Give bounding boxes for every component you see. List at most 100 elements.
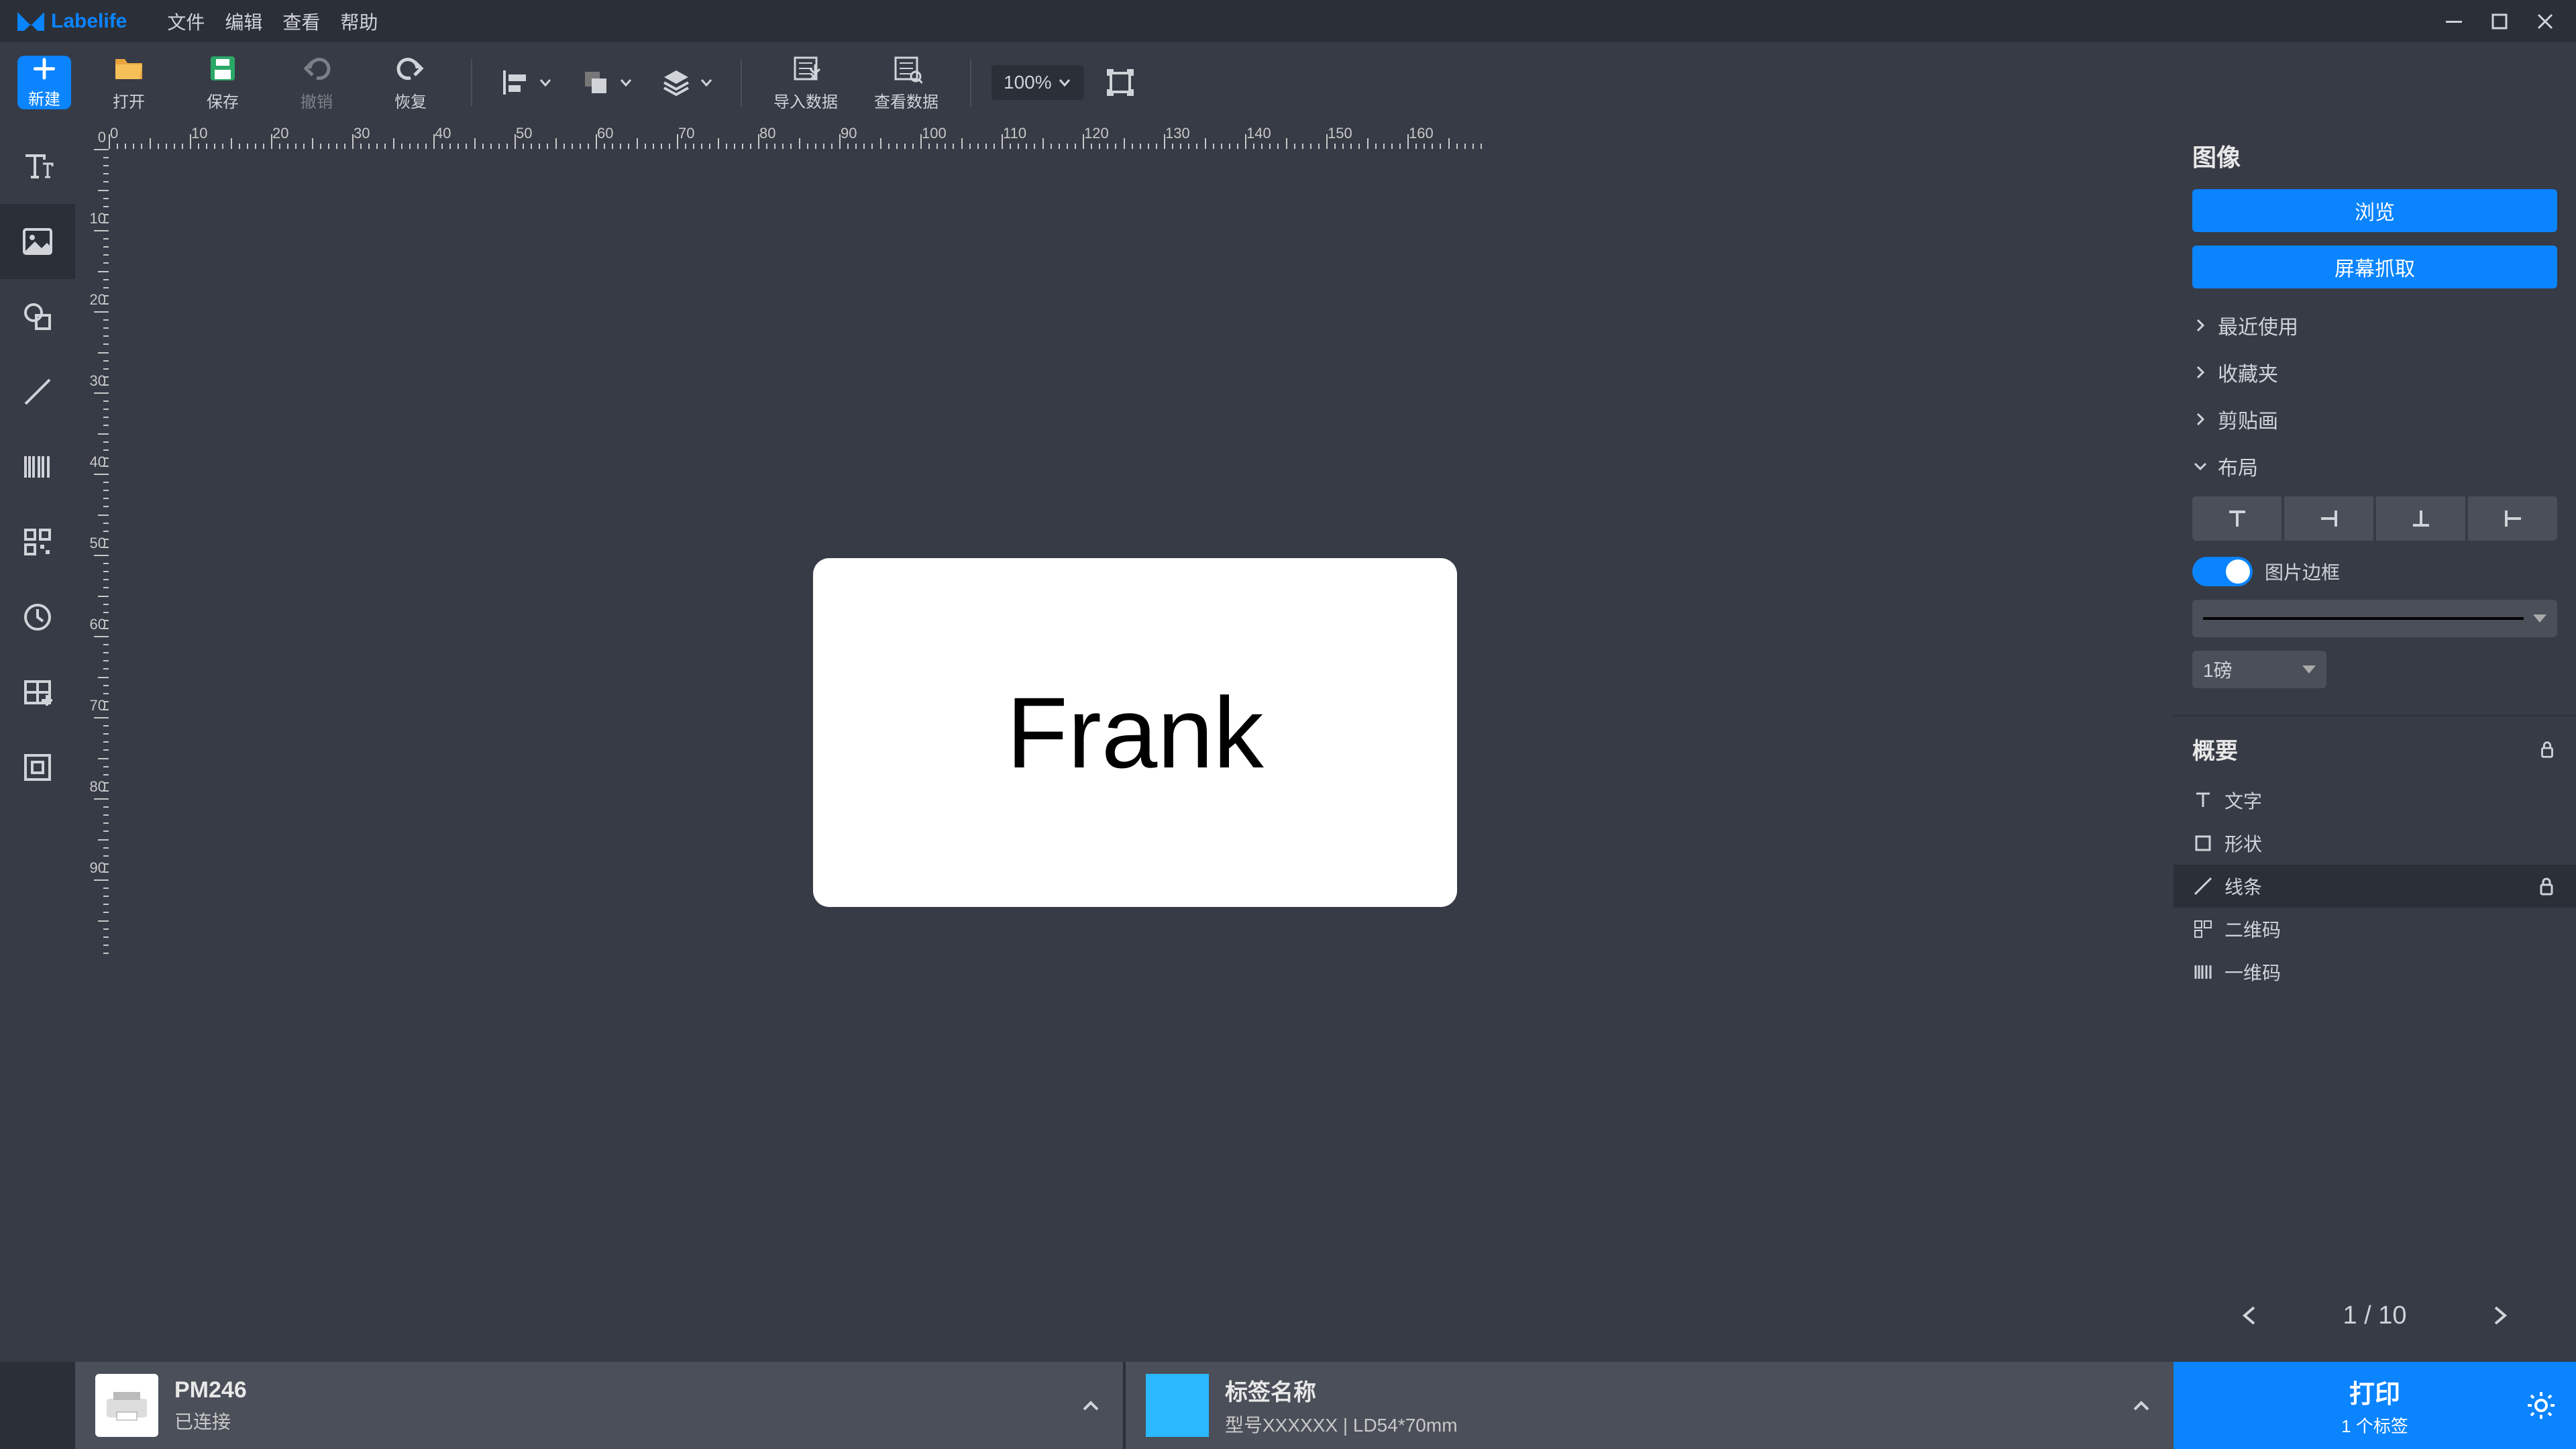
- menu-view[interactable]: 查看: [282, 8, 320, 35]
- app-name: Labelife: [51, 10, 127, 33]
- label-card[interactable]: Frank: [813, 558, 1457, 907]
- prev-page-icon[interactable]: [2238, 1303, 2262, 1328]
- close-icon[interactable]: [2534, 11, 2556, 32]
- t-down-icon: [2409, 506, 2433, 531]
- barcode-icon: [2192, 961, 2214, 983]
- chevron-right-icon: [2192, 317, 2208, 333]
- label-name: 标签名称: [1225, 1374, 1458, 1407]
- folder-icon: [113, 52, 145, 85]
- text-tool[interactable]: [0, 129, 75, 204]
- viewdata-label: 查看数据: [874, 89, 938, 112]
- app-logo: Labelife: [16, 7, 127, 36]
- label-text: Frank: [1006, 675, 1263, 791]
- container-icon: [20, 750, 55, 785]
- toolbar-sep: [970, 59, 971, 106]
- new-button[interactable]: 新建: [17, 56, 71, 109]
- save-label: 保存: [207, 89, 239, 112]
- t-up-icon: [2225, 506, 2249, 531]
- text-icon: [2192, 790, 2214, 811]
- table-tool[interactable]: [0, 655, 75, 730]
- menu-file[interactable]: 文件: [167, 8, 205, 35]
- printer-name: PM246: [174, 1377, 247, 1403]
- logo-icon: [16, 7, 46, 36]
- qrcode-tool[interactable]: [0, 504, 75, 580]
- redo-label: 恢复: [394, 89, 427, 112]
- right-panel: 图像 浏览 屏幕抓取 最近使用 收藏夹 剪贴画 布局 图片边框: [2174, 122, 2576, 1362]
- line-style-select[interactable]: [2192, 600, 2557, 637]
- import-data-button[interactable]: 导入数据: [755, 42, 856, 122]
- printer-info: PM246 已连接: [174, 1377, 247, 1434]
- lock-icon[interactable]: [2537, 739, 2557, 759]
- save-button[interactable]: 保存: [176, 42, 270, 122]
- summary-bar[interactable]: 一维码: [2192, 951, 2557, 994]
- undo-icon: [301, 52, 333, 85]
- zoom-select[interactable]: 100%: [991, 65, 1084, 100]
- main-toolbar: 新建 打开 保存 撤销 恢复 导入数据 查看数据 100%: [0, 42, 2576, 122]
- view-data-button[interactable]: 查看数据: [856, 42, 957, 122]
- layers-dropdown[interactable]: [647, 42, 727, 122]
- chevron-down-icon: [2192, 458, 2208, 474]
- browse-button[interactable]: 浏览: [2192, 189, 2557, 232]
- next-page-icon[interactable]: [2487, 1303, 2512, 1328]
- line-icon: [2192, 875, 2214, 897]
- zoom-fit-button[interactable]: [1091, 42, 1150, 122]
- summary-shape[interactable]: 形状: [2192, 822, 2557, 865]
- window-controls: [2443, 11, 2556, 32]
- align-dropdown[interactable]: [486, 42, 566, 122]
- bottom-bar: PM246 已连接 标签名称 型号XXXXXX | LD54*70mm 打印 1…: [0, 1362, 2576, 1449]
- print-button[interactable]: 打印 1 个标签: [2174, 1362, 2576, 1449]
- printer-image: [95, 1374, 158, 1437]
- chevron-right-icon: [2192, 364, 2208, 380]
- minimize-icon[interactable]: [2443, 11, 2465, 32]
- summary-text[interactable]: 文字: [2192, 779, 2557, 822]
- rotate-0-button[interactable]: [2192, 496, 2282, 541]
- container-tool[interactable]: [0, 730, 75, 805]
- maximize-icon[interactable]: [2489, 11, 2510, 32]
- line-weight-select[interactable]: 1磅: [2192, 651, 2326, 688]
- menu-edit[interactable]: 编辑: [225, 8, 262, 35]
- summary-qr[interactable]: 二维码: [2192, 908, 2557, 951]
- line-tool[interactable]: [0, 354, 75, 429]
- menu-help[interactable]: 帮助: [340, 8, 378, 35]
- image-tool[interactable]: [0, 204, 75, 279]
- panel-divider: [2174, 715, 2576, 716]
- panel-title: 图像: [2192, 138, 2557, 173]
- qrcode-icon: [2192, 918, 2214, 940]
- printer-box[interactable]: PM246 已连接: [75, 1362, 1123, 1449]
- shape-tool[interactable]: [0, 279, 75, 354]
- frame-switch-row: 图片边框: [2192, 557, 2557, 586]
- favorites-section[interactable]: 收藏夹: [2192, 349, 2557, 396]
- rotate-90-button[interactable]: [2284, 496, 2373, 541]
- import-label: 导入数据: [773, 89, 838, 112]
- label-info: 标签名称 型号XXXXXX | LD54*70mm: [1225, 1374, 1458, 1438]
- plus-icon: [31, 56, 58, 82]
- summary-line[interactable]: 线条: [2174, 865, 2576, 908]
- dropdown-arrow-icon: [2533, 614, 2546, 623]
- rotate-180-button[interactable]: [2376, 496, 2465, 541]
- layout-section[interactable]: 布局: [2192, 443, 2557, 490]
- barcode-tool[interactable]: [0, 429, 75, 504]
- chevron-down-icon: [538, 75, 553, 90]
- redo-button[interactable]: 恢复: [364, 42, 458, 122]
- gear-icon[interactable]: [2526, 1391, 2556, 1420]
- undo-button[interactable]: 撤销: [270, 42, 364, 122]
- label-box[interactable]: 标签名称 型号XXXXXX | LD54*70mm: [1126, 1362, 2174, 1449]
- frame-toggle[interactable]: [2192, 557, 2253, 586]
- canvas[interactable]: Frank: [109, 149, 2174, 1362]
- open-button[interactable]: 打开: [82, 42, 176, 122]
- clipart-section[interactable]: 剪贴画: [2192, 396, 2557, 443]
- arrange-dropdown[interactable]: [566, 42, 647, 122]
- line-preview: [2203, 617, 2524, 620]
- layout-label: 布局: [2218, 451, 2258, 481]
- recent-section[interactable]: 最近使用: [2192, 302, 2557, 349]
- line-icon: [20, 374, 55, 409]
- capture-button[interactable]: 屏幕抓取: [2192, 246, 2557, 288]
- clipart-label: 剪贴画: [2218, 405, 2278, 434]
- time-tool[interactable]: [0, 580, 75, 655]
- bottom-left-spacer: [0, 1362, 75, 1449]
- print-title: 打印: [2349, 1373, 2400, 1410]
- toolbar-sep: [741, 59, 742, 106]
- rotate-270-button[interactable]: [2468, 496, 2557, 541]
- clock-icon: [20, 600, 55, 635]
- layers-icon: [660, 66, 692, 99]
